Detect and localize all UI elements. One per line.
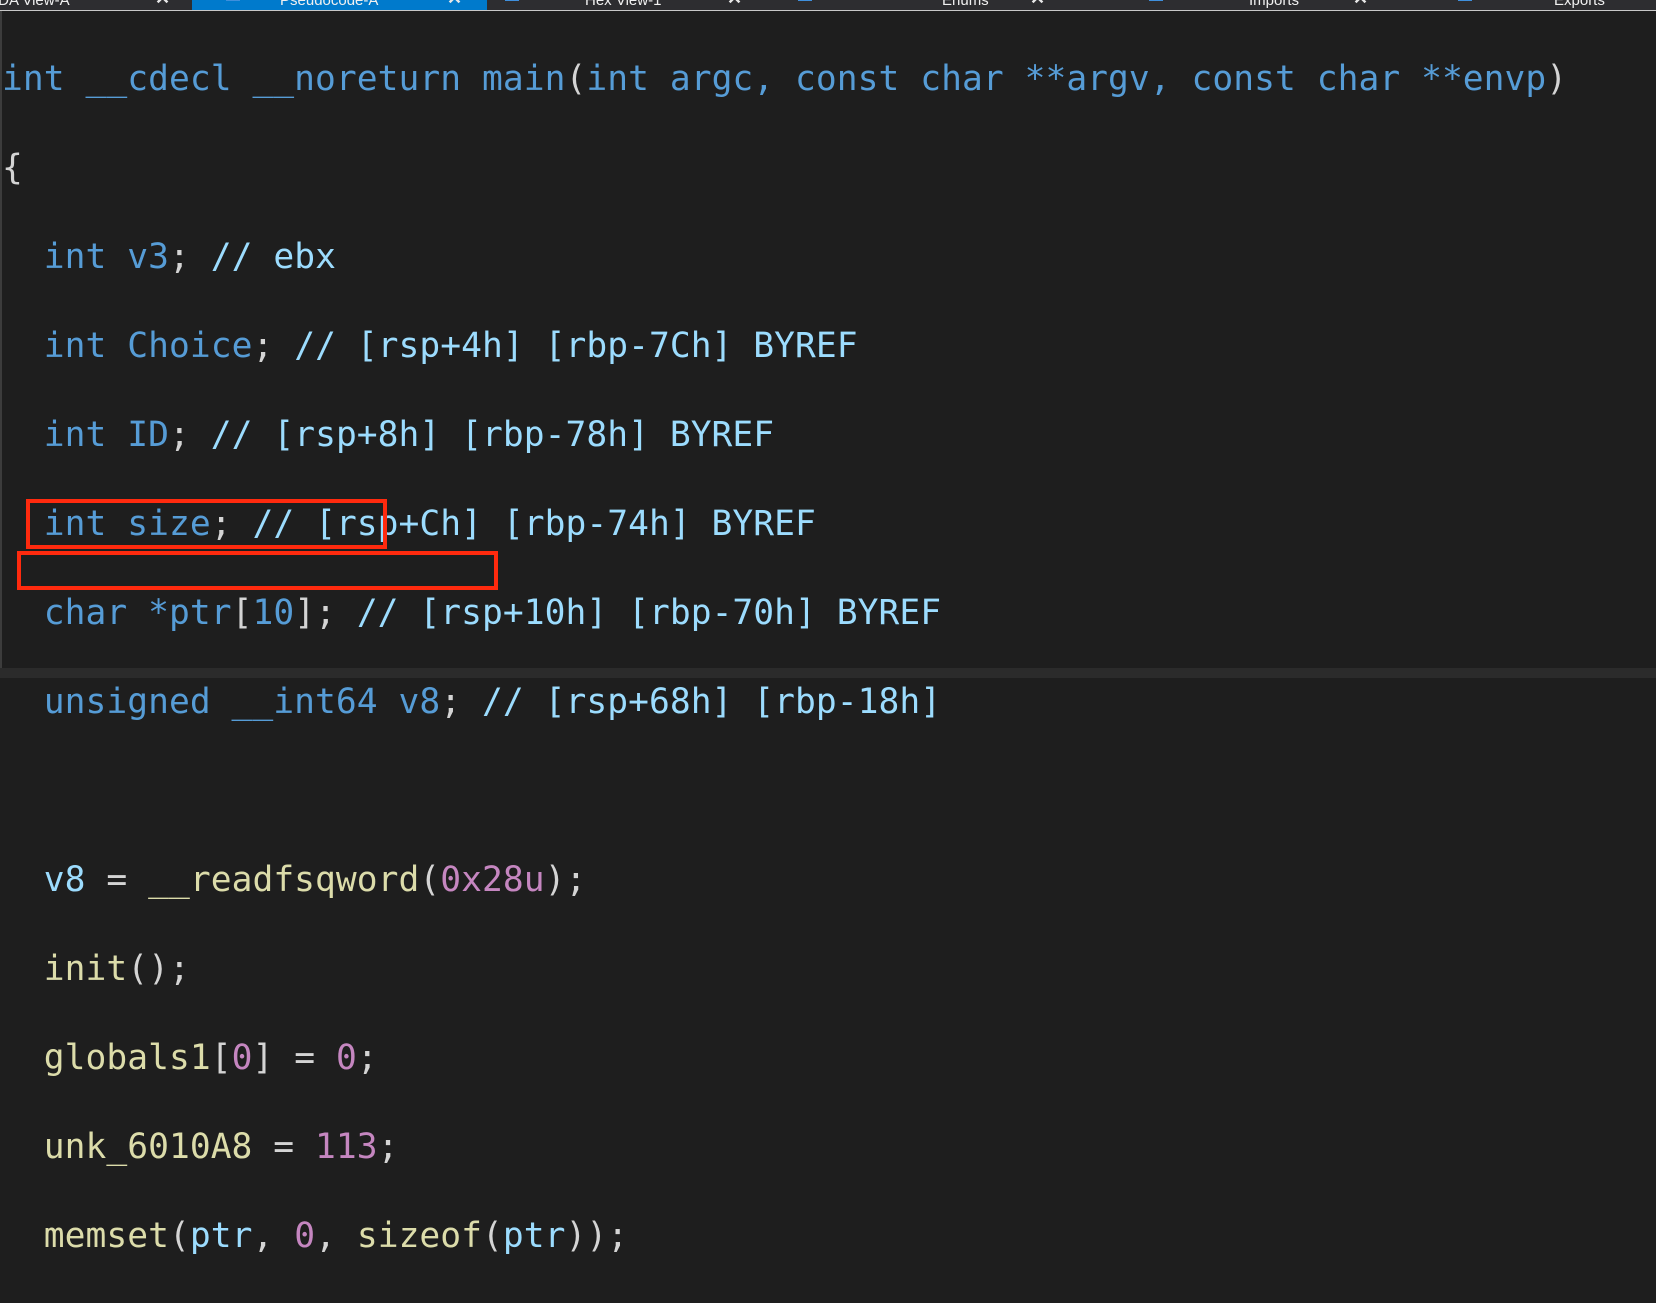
- decl-line: char *ptr[10]; // [rsp+10h] [rbp-70h] BY…: [43, 592, 942, 633]
- close-icon[interactable]: ✕: [447, 0, 462, 8]
- function-name[interactable]: main: [482, 59, 565, 99]
- decl-type: int: [43, 414, 107, 455]
- decl-line: unsigned __int64 v8; // [rsp+68h] [rbp-1…: [43, 681, 942, 722]
- init-statement: init();: [43, 948, 190, 989]
- tab-label: Hex View-1: [585, 0, 662, 9]
- function-attribute: __noreturn: [252, 58, 462, 99]
- decl-line: int size; // [rsp+Ch] [rbp-74h] BYREF: [43, 503, 816, 544]
- decl-name[interactable]: v3: [127, 237, 169, 277]
- variable[interactable]: ptr: [190, 1216, 253, 1256]
- decl-comment: // ebx: [210, 236, 336, 277]
- hex-view-icon: [505, 0, 519, 1]
- readfs-statement: v8 = __readfsqword(0x28u);: [43, 859, 587, 900]
- tab-ida-view-a[interactable]: IDA View-A ✕: [0, 0, 192, 10]
- decl-comment: // [rsp+4h] [rbp-7Ch] BYREF: [294, 325, 858, 366]
- decl-comment: // [rsp+8h] [rbp-78h] BYREF: [210, 414, 775, 455]
- return-type: int: [2, 58, 65, 99]
- horizontal-scrollbar[interactable]: [0, 668, 1656, 678]
- tab-label: Pseudocode-A: [280, 0, 379, 9]
- decl-type: int: [43, 236, 107, 277]
- unk-statement: unk_6010A8 = 113;: [43, 1126, 399, 1167]
- tab-label: Imports: [1249, 0, 1300, 9]
- tab-pseudocode-a[interactable]: Pseudocode-A ✕: [192, 0, 487, 10]
- decl-comment: // [rsp+Ch] [rbp-74h] BYREF: [252, 503, 816, 544]
- function-call[interactable]: init: [44, 949, 127, 989]
- tab-exports[interactable]: Exports: [1370, 0, 1656, 10]
- exports-icon: [1458, 0, 1472, 1]
- decl-type: char *: [43, 592, 169, 633]
- number-literal: 113: [315, 1126, 378, 1167]
- variable[interactable]: ptr: [503, 1216, 566, 1256]
- decl-line: int v3; // ebx: [43, 236, 336, 277]
- tab-enums[interactable]: Enums ✕: [780, 0, 1075, 10]
- close-icon[interactable]: ✕: [155, 0, 170, 8]
- tab-bar: IDA View-A ✕ Pseudocode-A ✕ Hex View-1 ✕…: [0, 0, 1656, 11]
- function-call[interactable]: memset: [44, 1216, 169, 1256]
- tab-label: Exports: [1554, 0, 1605, 9]
- tab-label: Enums: [942, 0, 989, 9]
- imports-icon: [1149, 0, 1163, 1]
- global-variable[interactable]: globals1: [44, 1038, 211, 1078]
- global-variable[interactable]: unk_6010A8: [44, 1127, 253, 1167]
- function-call[interactable]: __readfsqword: [148, 860, 419, 900]
- brace: {: [2, 147, 23, 188]
- array-size: 10: [252, 592, 295, 633]
- decl-name[interactable]: size: [127, 504, 210, 544]
- decl-name[interactable]: v8: [399, 682, 441, 722]
- close-icon[interactable]: ✕: [1030, 0, 1045, 8]
- decl-name[interactable]: ptr: [169, 593, 232, 633]
- close-icon[interactable]: ✕: [727, 0, 742, 8]
- tab-label: IDA View-A: [0, 0, 70, 9]
- decl-type: int: [43, 325, 107, 366]
- decl-type: int: [43, 503, 107, 544]
- decl-type: unsigned __int64: [43, 681, 378, 722]
- enums-icon: [798, 0, 812, 1]
- decl-line: int ID; // [rsp+8h] [rbp-78h] BYREF: [43, 414, 775, 455]
- memset-statement: memset(ptr, 0, sizeof(ptr));: [43, 1215, 629, 1256]
- decl-name[interactable]: Choice: [127, 326, 252, 366]
- decl-comment: // [rsp+68h] [rbp-18h]: [482, 681, 942, 722]
- open-brace: {: [2, 146, 1567, 191]
- pseudocode-icon: [226, 0, 240, 1]
- decl-name[interactable]: ID: [127, 415, 169, 455]
- function-signature: int __cdecl __noreturn main(int argc, co…: [2, 58, 1568, 99]
- globals-statement: globals1[0] = 0;: [43, 1037, 378, 1078]
- pseudocode-text: int __cdecl __noreturn main(int argc, co…: [2, 12, 1567, 1303]
- variable[interactable]: v8: [44, 860, 86, 900]
- tab-hex-view-1[interactable]: Hex View-1 ✕: [487, 0, 780, 10]
- decl-comment: // [rsp+10h] [rbp-70h] BYREF: [356, 592, 942, 633]
- number-literal: 0: [294, 1215, 316, 1256]
- calling-convention: __cdecl: [85, 58, 232, 99]
- number-literal: 0x28u: [440, 859, 545, 900]
- close-icon[interactable]: ✕: [1353, 0, 1368, 8]
- decl-line: int Choice; // [rsp+4h] [rbp-7Ch] BYREF: [43, 325, 858, 366]
- number-literal: 0: [231, 1037, 253, 1078]
- tab-imports[interactable]: Imports ✕: [1075, 0, 1370, 10]
- number-literal: 0: [335, 1037, 357, 1078]
- function-params: int argc, const char **argv, const char …: [586, 58, 1547, 99]
- sizeof-keyword: sizeof: [356, 1215, 483, 1256]
